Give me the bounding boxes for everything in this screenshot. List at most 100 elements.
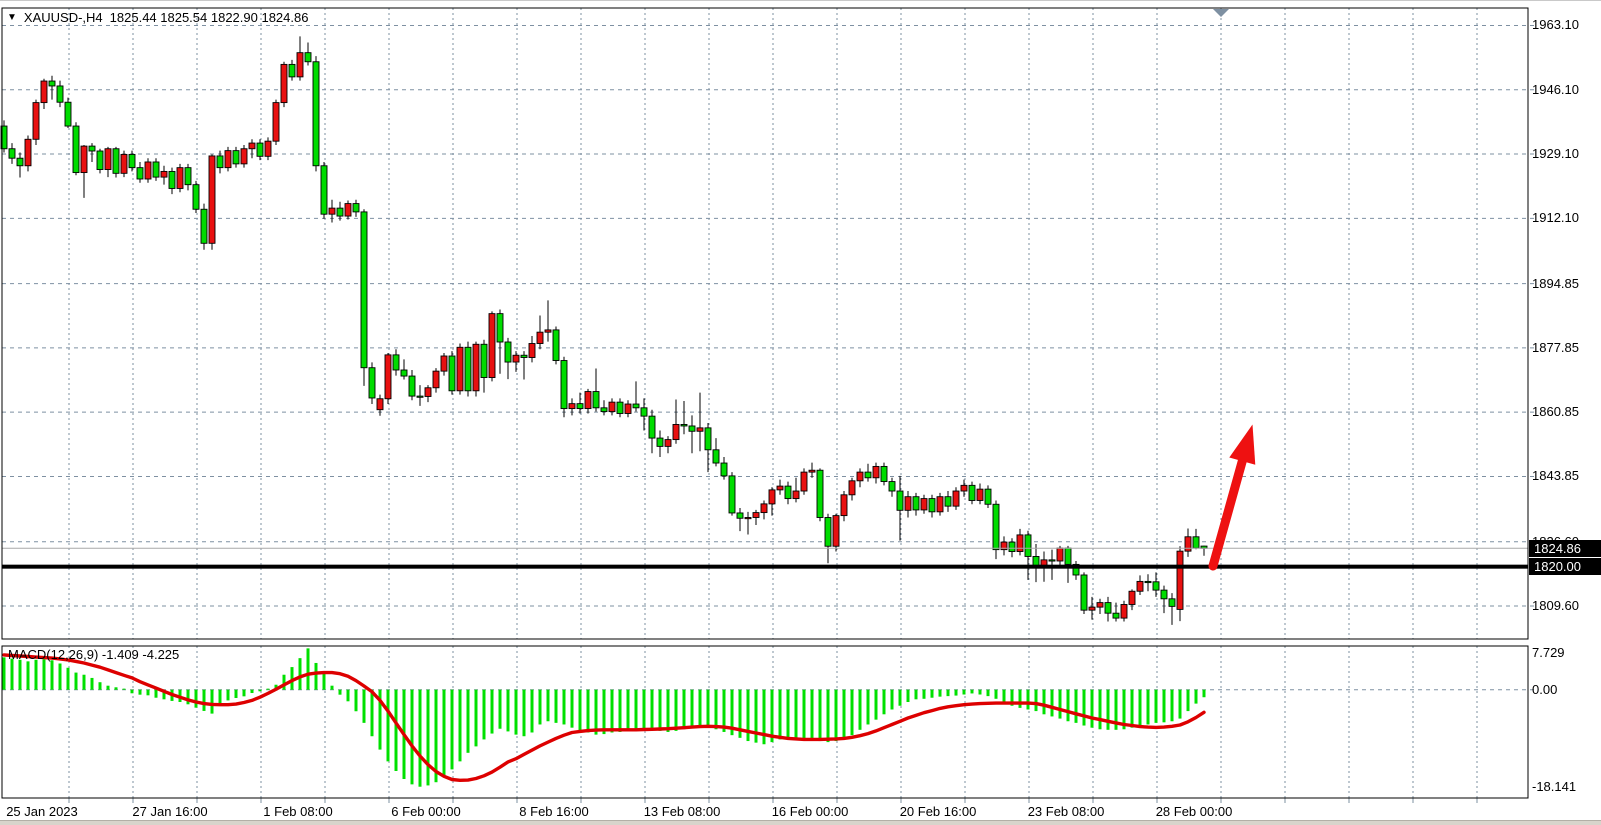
candle-body [761,504,767,513]
macd-histogram-bar [451,690,454,770]
macd-histogram-bar [995,690,998,699]
candle-body [737,513,743,518]
macd-histogram-bar [571,690,574,728]
macd-histogram-bar [235,690,238,698]
macd-histogram-bar [483,690,486,740]
candle-body [857,472,863,481]
macd-histogram-bar [771,690,774,742]
macd-histogram-bar [131,690,134,694]
candle-body [321,166,327,214]
macd-histogram-bar [267,689,270,690]
candle-body [177,168,183,189]
candle-body [961,485,967,491]
macd-histogram-bar [1195,690,1198,704]
candle-body [441,356,447,371]
mt4-chart-window: ▼ XAUUSD-,H4 1825.44 1825.54 1822.90 182… [0,0,1601,825]
horizontal-line-1820[interactable] [2,565,1528,569]
candle-body [257,143,263,156]
macd-histogram-bar [59,663,62,689]
candle-body [57,86,63,102]
price-axis-label: 1860.85 [1532,404,1579,420]
symbol-dropdown-icon[interactable]: ▼ [7,12,17,23]
candle-body [377,399,383,410]
candle-body [233,151,239,164]
macd-histogram-bar [859,690,862,730]
macd-histogram-bar [347,690,350,702]
macd-histogram-bar [1107,690,1110,730]
price-axis-label: 1946.10 [1532,82,1579,98]
macd-histogram-bar [715,690,718,730]
macd-histogram-bar [891,690,894,710]
candle-body [97,151,103,170]
shift-marker-icon[interactable] [1213,9,1229,17]
candle-body [657,438,663,446]
macd-histogram-bar [811,690,814,740]
trend-arrow-head[interactable] [1229,425,1255,465]
candle-body [889,482,895,491]
macd-histogram-bar [515,690,518,735]
macd-histogram-bar [883,690,886,715]
candle-body [161,171,167,177]
macd-histogram-bar [627,690,630,731]
candle-body [17,158,23,166]
candle-body [121,154,127,173]
candle-body [401,370,407,376]
macd-histogram-bar [155,690,158,698]
window-bottom-strip [0,820,1601,825]
candle-body [593,392,599,408]
candle-body [305,53,311,62]
candle-body [649,416,655,438]
macd-histogram-bar [187,690,190,705]
candle-body [185,168,191,185]
macd-histogram-bar [259,690,262,692]
macd-histogram-bar [1155,690,1158,723]
chart-canvas[interactable] [0,0,1601,825]
price-axis-label: 1894.85 [1532,276,1579,292]
candle-body [721,463,727,476]
candle-body [1097,603,1103,608]
macd-histogram-bar [651,690,654,730]
candle-body [817,470,823,517]
macd-histogram-bar [1187,690,1190,711]
candle-body [489,314,495,378]
candle-body [241,149,247,164]
macd-histogram-bar [363,690,366,723]
candle-body [1137,581,1143,591]
macd-histogram-bar [339,690,342,695]
price-axis-label: 1809.60 [1532,598,1579,614]
candle-body [729,476,735,513]
candle-body [921,499,927,510]
candle-body [753,513,759,518]
candle-body [785,486,791,498]
candle-body [1009,542,1015,551]
candle-body [825,517,831,546]
candle-body [953,491,959,506]
candle-body [681,424,687,426]
macd-histogram-bar [387,690,390,762]
macd-histogram-bar [979,690,982,695]
candle-body [353,204,359,212]
candle-body [345,204,351,216]
candle-body [745,517,751,518]
price-axis-label: 1912.10 [1532,210,1579,226]
candle-body [625,404,631,413]
time-axis-label: 28 Feb 00:00 [1144,804,1244,820]
macd-histogram-bar [795,690,798,739]
candle-body [905,497,911,511]
macd-histogram-bar [1067,690,1070,722]
time-axis-label: 8 Feb 16:00 [504,804,604,820]
candle-body [569,404,575,409]
macd-histogram-bar [3,657,6,689]
candle-body [529,344,535,358]
macd-histogram-bar [595,690,598,735]
candle-body [553,330,559,361]
candle-body [1169,599,1175,607]
candle-body [841,495,847,516]
current-price-badge: 1824.86 [1529,540,1601,557]
macd-histogram-bar [11,659,14,690]
candle-body [385,355,391,399]
macd-histogram-bar [619,690,622,732]
candle-body [601,408,607,412]
candle-body [65,102,71,126]
macd-histogram-bar [547,690,550,722]
